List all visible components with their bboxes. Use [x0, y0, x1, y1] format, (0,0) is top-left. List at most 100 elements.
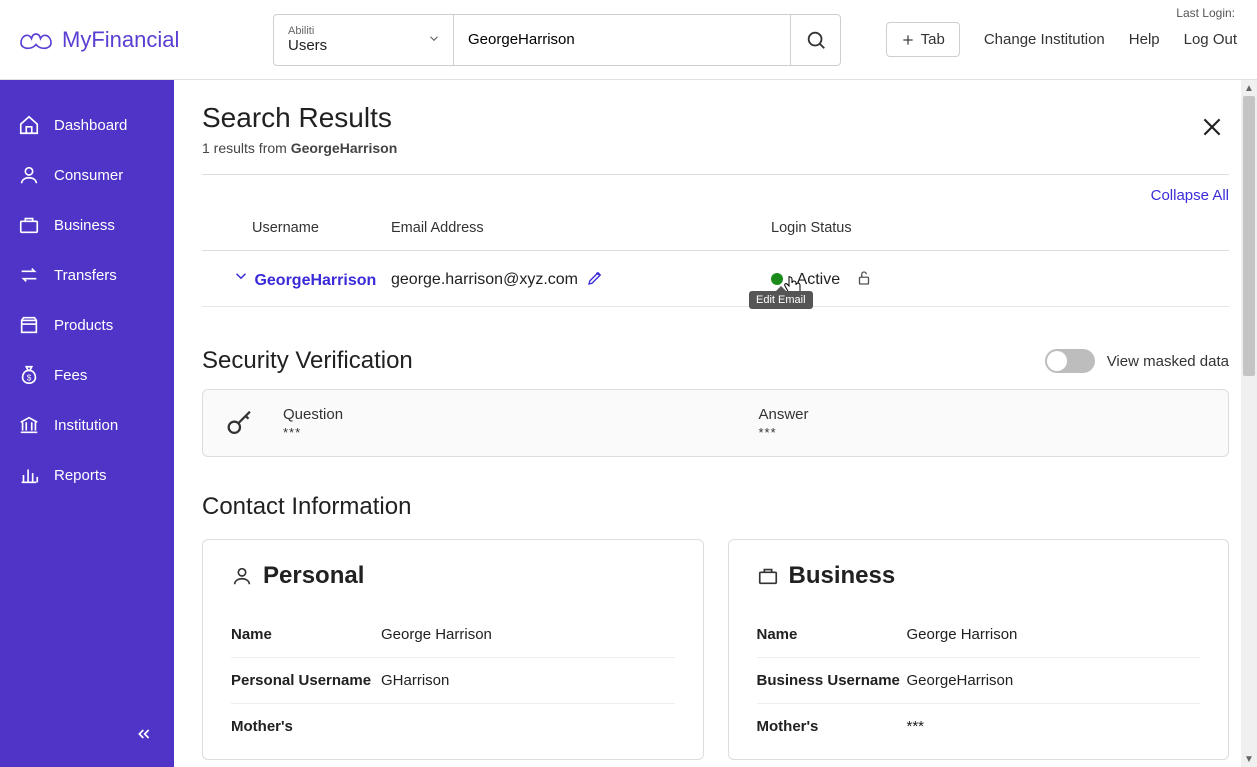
- col-login-status: Login Status: [767, 212, 1229, 251]
- sidebar-item-dashboard[interactable]: Dashboard: [0, 100, 174, 150]
- sidebar-item-label: Reports: [54, 467, 107, 484]
- business-username-value: GeorgeHarrison: [907, 672, 1014, 689]
- collapse-all-link[interactable]: Collapse All: [202, 187, 1229, 204]
- view-masked-toggle[interactable]: [1045, 349, 1095, 373]
- security-box: Question *** Answer ***: [202, 389, 1229, 457]
- username-link[interactable]: GeorgeHarrison: [254, 272, 376, 289]
- security-answer-label: Answer: [759, 406, 1209, 423]
- business-heading: Business: [789, 562, 896, 590]
- edit-email-button[interactable]: [586, 269, 604, 287]
- search-input[interactable]: [454, 15, 790, 65]
- security-question-value: ***: [283, 425, 733, 440]
- plus-icon: [901, 33, 915, 47]
- scrollbar[interactable]: ▲ ▼: [1241, 80, 1257, 767]
- page-title: Search Results: [202, 102, 1229, 134]
- security-answer-value: ***: [759, 425, 1209, 440]
- business-mother-label: Mother's: [757, 718, 907, 735]
- personal-name-value: George Harrison: [381, 626, 492, 643]
- business-name-value: George Harrison: [907, 626, 1018, 643]
- briefcase-icon: [18, 214, 40, 236]
- main-content: Search Results 1 results from GeorgeHarr…: [174, 80, 1257, 767]
- search-scope-small: Abiliti: [288, 25, 439, 37]
- sidebar-item-business[interactable]: Business: [0, 200, 174, 250]
- sidebar-item-label: Business: [54, 217, 115, 234]
- col-username: Username: [202, 212, 387, 251]
- sidebar-item-label: Dashboard: [54, 117, 127, 134]
- change-institution-link[interactable]: Change Institution: [984, 31, 1105, 48]
- business-username-label: Business Username: [757, 672, 907, 689]
- brand: MyFinancial: [18, 27, 273, 53]
- top-right: Tab Change Institution Help Log Out: [886, 22, 1237, 57]
- results-subtitle: 1 results from GeorgeHarrison: [202, 140, 1229, 156]
- transfers-icon: [18, 264, 40, 286]
- close-button[interactable]: [1199, 114, 1225, 143]
- edit-email-tooltip: Edit Email: [749, 291, 813, 309]
- sidebar-item-consumer[interactable]: Consumer: [0, 150, 174, 200]
- personal-card: Personal NameGeorge Harrison Personal Us…: [202, 539, 704, 760]
- security-verification-title: Security Verification: [202, 347, 413, 375]
- sidebar-item-label: Consumer: [54, 167, 123, 184]
- chart-icon: [18, 464, 40, 486]
- svg-text:$: $: [27, 374, 32, 383]
- search-button[interactable]: [790, 15, 840, 65]
- briefcase-icon: [757, 565, 779, 587]
- personal-username-label: Personal Username: [231, 672, 381, 689]
- personal-mother-label: Mother's: [231, 718, 381, 735]
- chevron-down-icon: [232, 267, 250, 285]
- key-icon: [223, 406, 257, 440]
- person-icon: [18, 164, 40, 186]
- home-icon: [18, 114, 40, 136]
- scroll-down-icon[interactable]: ▼: [1241, 751, 1257, 767]
- search-scope-dropdown[interactable]: Abiliti Users: [274, 15, 454, 65]
- add-tab-button[interactable]: Tab: [886, 22, 960, 57]
- scroll-up-icon[interactable]: ▲: [1241, 80, 1257, 96]
- scroll-thumb[interactable]: [1243, 96, 1255, 376]
- security-question-label: Question: [283, 406, 733, 423]
- moneybag-icon: $: [18, 364, 40, 386]
- sidebar-item-label: Institution: [54, 417, 118, 434]
- business-card: Business NameGeorge Harrison Business Us…: [728, 539, 1230, 760]
- personal-username-value: GHarrison: [381, 672, 449, 689]
- box-icon: [18, 314, 40, 336]
- view-masked-label: View masked data: [1107, 353, 1229, 370]
- search-scope-big: Users: [288, 37, 439, 54]
- sidebar-item-fees[interactable]: $ Fees: [0, 350, 174, 400]
- sidebar-collapse-button[interactable]: [136, 726, 152, 747]
- unlock-icon: [855, 269, 873, 287]
- top-bar: MyFinancial Abiliti Users Tab Change Ins…: [0, 0, 1257, 80]
- search-combo: Abiliti Users: [273, 14, 841, 66]
- contact-info-title: Contact Information: [202, 493, 1229, 521]
- sidebar-item-transfers[interactable]: Transfers: [0, 250, 174, 300]
- expand-row-button[interactable]: [216, 272, 254, 289]
- help-link[interactable]: Help: [1129, 31, 1160, 48]
- personal-name-label: Name: [231, 626, 381, 643]
- last-login-label: Last Login:: [1176, 6, 1235, 20]
- brand-name: MyFinancial: [62, 27, 179, 53]
- login-status-value: Active: [797, 271, 841, 288]
- brand-logo-icon: [18, 28, 54, 52]
- logout-link[interactable]: Log Out: [1184, 31, 1237, 48]
- search-icon: [805, 29, 827, 51]
- sidebar-item-label: Transfers: [54, 267, 117, 284]
- col-email: Email Address: [387, 212, 767, 251]
- bank-icon: [18, 414, 40, 436]
- add-tab-label: Tab: [921, 31, 945, 48]
- close-icon: [1199, 114, 1225, 140]
- sidebar-item-label: Fees: [54, 367, 87, 384]
- business-name-label: Name: [757, 626, 907, 643]
- sidebar-item-reports[interactable]: Reports: [0, 450, 174, 500]
- chevron-double-left-icon: [136, 726, 152, 742]
- results-table: Username Email Address Login Status Geor…: [202, 212, 1229, 307]
- sidebar-item-institution[interactable]: Institution: [0, 400, 174, 450]
- email-value: george.harrison@xyz.com: [391, 271, 578, 288]
- sidebar-item-label: Products: [54, 317, 113, 334]
- business-mother-value: ***: [907, 718, 925, 735]
- personal-heading: Personal: [263, 562, 364, 590]
- sidebar-item-products[interactable]: Products: [0, 300, 174, 350]
- status-dot-icon: [771, 273, 783, 285]
- pencil-icon: [586, 269, 604, 287]
- unlock-button[interactable]: [855, 269, 873, 287]
- person-icon: [231, 565, 253, 587]
- table-row: GeorgeHarrison george.harrison@xyz.com E…: [202, 251, 1229, 307]
- chevron-down-icon: [427, 31, 441, 48]
